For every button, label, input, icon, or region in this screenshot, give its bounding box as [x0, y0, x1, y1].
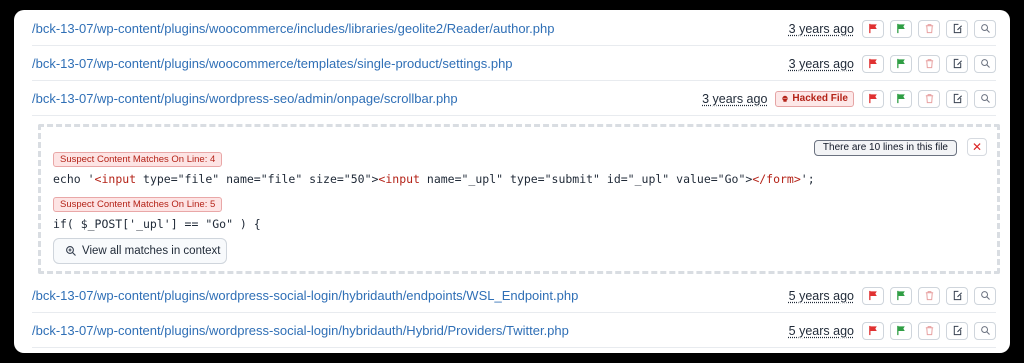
search-button[interactable] [974, 54, 996, 73]
edit-file-icon [953, 93, 962, 104]
edit-file-icon [953, 325, 962, 336]
search-button[interactable] [974, 321, 996, 340]
skull-icon [782, 95, 789, 102]
hacked-file-label: Hacked File [792, 93, 848, 104]
match-line-badge: Suspect Content Matches On Line: 5 [53, 197, 223, 212]
file-path-link[interactable]: /bck-13-07/wp-content/plugins/woocommerc… [32, 56, 789, 71]
file-time: 3 years ago [788, 21, 854, 36]
red-flag-icon [868, 58, 877, 69]
red-flag-icon [868, 325, 877, 336]
file-time: 5 years ago [788, 288, 854, 303]
green-flag-icon [896, 58, 905, 69]
flag-green-button[interactable] [890, 89, 912, 108]
green-flag-icon [896, 93, 905, 104]
trash-icon [925, 291, 933, 301]
flag-red-button[interactable] [862, 89, 884, 108]
code-tag: <input [94, 172, 137, 186]
zoom-icon [66, 246, 76, 256]
trash-icon [925, 24, 933, 34]
delete-button[interactable] [918, 321, 940, 340]
edit-button[interactable] [946, 19, 968, 38]
flag-green-button[interactable] [890, 54, 912, 73]
delete-button[interactable] [918, 286, 940, 305]
file-row: /bck-13-07/wp-content/plugins/woocommerc… [32, 12, 996, 46]
search-icon [980, 59, 990, 68]
green-flag-icon [896, 23, 905, 34]
trash-icon [925, 94, 933, 104]
view-context-label: View all matches in context [82, 245, 221, 257]
file-row: /bck-13-07/wp-content/plugins/wordpress-… [32, 279, 996, 313]
code-text: type="file" name="file" size="50"> [136, 172, 379, 186]
edit-button[interactable] [946, 321, 968, 340]
search-icon [980, 326, 990, 335]
search-icon [980, 94, 990, 103]
file-time: 3 years ago [788, 56, 854, 71]
edit-button[interactable] [946, 286, 968, 305]
file-row: /bck-13-07/wp-content/plugins/woocommerc… [32, 47, 996, 81]
file-scan-results: /bck-13-07/wp-content/plugins/woocommerc… [14, 10, 1010, 353]
flag-red-button[interactable] [862, 321, 884, 340]
row-actions [862, 19, 996, 38]
file-path-link[interactable]: /bck-13-07/wp-content/plugins/wordpress-… [32, 91, 702, 106]
row-actions [862, 286, 996, 305]
file-path-link[interactable]: /bck-13-07/wp-content/plugins/woocommerc… [32, 21, 789, 36]
flag-red-button[interactable] [862, 54, 884, 73]
delete-button[interactable] [918, 19, 940, 38]
edit-button[interactable] [946, 54, 968, 73]
close-detail-button[interactable]: ✕ [967, 138, 987, 156]
file-row: /bck-13-07/wp-content/plugins/wordpress-… [32, 314, 996, 348]
trash-icon [925, 326, 933, 336]
code-line: if( $_POST['_upl'] == "Go" ) { [53, 217, 261, 231]
flag-green-button[interactable] [890, 286, 912, 305]
flag-red-button[interactable] [862, 286, 884, 305]
file-detail-panel: Suspect Content Matches On Line: 4 There… [38, 124, 1000, 274]
lines-count-info: There are 10 lines in this file [813, 140, 957, 156]
hacked-file-badge: Hacked File [775, 90, 854, 107]
red-flag-icon [868, 23, 877, 34]
file-time: 5 years ago [788, 323, 854, 338]
code-tag: <input [378, 172, 420, 186]
row-actions [862, 54, 996, 73]
edit-file-icon [953, 23, 962, 34]
code-line: echo '<input type="file" name="file" siz… [53, 172, 815, 186]
file-time: 3 years ago [702, 91, 768, 106]
red-flag-icon [868, 290, 877, 301]
flag-red-button[interactable] [862, 19, 884, 38]
search-button[interactable] [974, 19, 996, 38]
search-button[interactable] [974, 286, 996, 305]
search-icon [980, 24, 990, 33]
delete-button[interactable] [918, 54, 940, 73]
file-path-link[interactable]: /bck-13-07/wp-content/plugins/wordpress-… [32, 323, 789, 338]
search-button[interactable] [974, 89, 996, 108]
edit-button[interactable] [946, 89, 968, 108]
search-icon [980, 291, 990, 300]
green-flag-icon [896, 325, 905, 336]
file-path-link[interactable]: /bck-13-07/wp-content/plugins/wordpress-… [32, 288, 789, 303]
code-text: '; [800, 172, 815, 186]
code-text: name="_upl" type="submit" id="_upl" valu… [419, 172, 753, 186]
row-actions [862, 321, 996, 340]
code-text: echo ' [53, 172, 95, 186]
edit-file-icon [953, 290, 962, 301]
row-actions [862, 89, 996, 108]
red-flag-icon [868, 93, 877, 104]
view-context-button[interactable]: View all matches in context [53, 238, 227, 264]
edit-file-icon [953, 58, 962, 69]
green-flag-icon [896, 290, 905, 301]
flag-green-button[interactable] [890, 19, 912, 38]
flag-green-button[interactable] [890, 321, 912, 340]
match-line-badge: Suspect Content Matches On Line: 4 [53, 152, 223, 167]
code-text: if( $_POST['_upl'] == "Go" ) { [53, 217, 261, 231]
file-row: /bck-13-07/wp-content/plugins/wordpress-… [32, 82, 996, 116]
delete-button[interactable] [918, 89, 940, 108]
code-tag: </form> [752, 172, 801, 186]
trash-icon [925, 59, 933, 69]
